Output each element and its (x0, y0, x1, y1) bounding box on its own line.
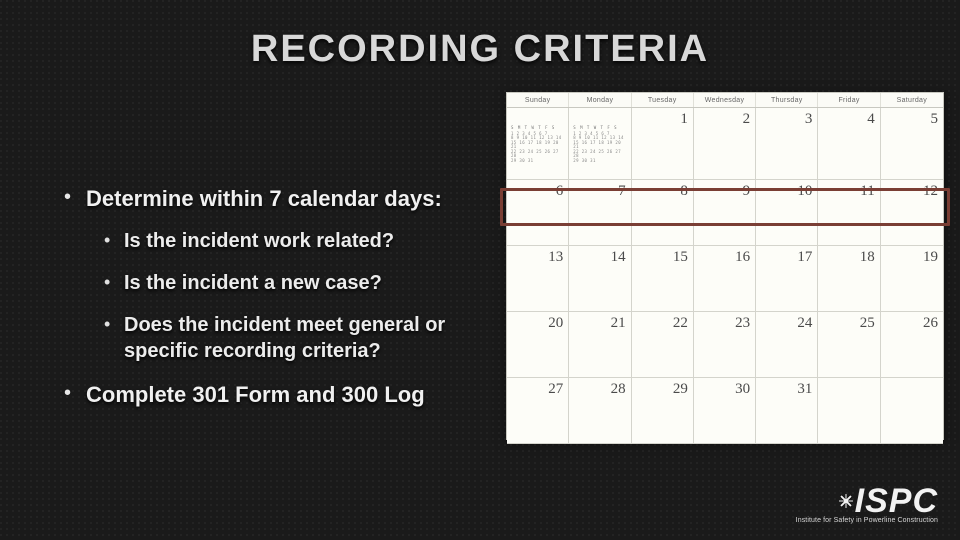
calendar-date-number: 14 (611, 249, 626, 266)
calendar-cell: S M T W T F S 1 2 3 4 5 6 7 8 9 10 11 12… (507, 108, 569, 180)
calendar-cell: 14 (569, 246, 631, 312)
calendar-cell: 21 (569, 312, 631, 378)
calendar-date-number: 3 (805, 111, 813, 128)
calendar-cell: 22 (632, 312, 694, 378)
calendar-date-number: 4 (867, 111, 875, 128)
calendar-cell: 19 (881, 246, 943, 312)
sub-bullet-3: Does the incident meet general or specif… (104, 312, 494, 364)
calendar-date-number: 15 (673, 249, 688, 266)
calendar-date-number: 29 (673, 381, 688, 398)
calendar-cell: 2 (694, 108, 756, 180)
calendar-date-number: 23 (735, 315, 750, 332)
sub-bullet-2: Is the incident a new case? (104, 270, 494, 296)
bullet-text: Complete 301 Form and 300 Log (86, 382, 425, 407)
calendar-date-number: 16 (735, 249, 750, 266)
calendar-cell: 30 (694, 378, 756, 444)
calendar-cell (881, 378, 943, 444)
calendar-day-head: Tuesday (632, 93, 694, 107)
calendar-date-number: 8 (680, 183, 688, 200)
bullet-item-1: Determine within 7 calendar days: Is the… (64, 184, 494, 364)
logo: ISPC Institute for Safety in Powerline C… (796, 488, 938, 524)
calendar-cell: 10 (756, 180, 818, 246)
logo-text: ISPC (855, 488, 938, 515)
calendar-cell: 24 (756, 312, 818, 378)
calendar-date-number: 6 (556, 183, 564, 200)
calendar-header-row: Sunday Monday Tuesday Wednesday Thursday… (507, 93, 943, 108)
slide-title: RECORDING CRITERIA (0, 28, 960, 71)
sub-bullet-text: Is the incident a new case? (124, 272, 382, 294)
bullet-item-2: Complete 301 Form and 300 Log (64, 380, 494, 410)
calendar-cell: 1 (632, 108, 694, 180)
calendar-date-number: 9 (743, 183, 751, 200)
calendar-date-number: 28 (611, 381, 626, 398)
calendar-date-number: 2 (743, 111, 751, 128)
calendar-cell: 27 (507, 378, 569, 444)
sub-bullet-text: Is the incident work related? (124, 230, 394, 252)
calendar-day-head: Thursday (756, 93, 818, 107)
calendar-day-head: Monday (569, 93, 631, 107)
logo-subtitle: Institute for Safety in Powerline Constr… (796, 517, 938, 524)
calendar-date-number: 22 (673, 315, 688, 332)
calendar-date-number: 30 (735, 381, 750, 398)
calendar-cell: 18 (818, 246, 880, 312)
calendar-date-number: 1 (680, 111, 688, 128)
calendar-cell: 20 (507, 312, 569, 378)
calendar-day-head: Wednesday (694, 93, 756, 107)
calendar-cell: 12 (881, 180, 943, 246)
calendar-date-number: 25 (860, 315, 875, 332)
calendar-date-number: 13 (548, 249, 563, 266)
mini-month-preview: S M T W T F S 1 2 3 4 5 6 7 8 9 10 11 12… (511, 126, 563, 163)
spark-icon (839, 494, 853, 508)
calendar-date-number: 20 (548, 315, 563, 332)
calendar-date-number: 12 (923, 183, 938, 200)
calendar-cell: 11 (818, 180, 880, 246)
calendar-image: Sunday Monday Tuesday Wednesday Thursday… (506, 92, 944, 440)
calendar-cell: 16 (694, 246, 756, 312)
calendar-date-number: 10 (797, 183, 812, 200)
calendar-body: S M T W T F S 1 2 3 4 5 6 7 8 9 10 11 12… (507, 108, 943, 444)
calendar-cell: 4 (818, 108, 880, 180)
calendar-cell: 17 (756, 246, 818, 312)
calendar-cell: 28 (569, 378, 631, 444)
calendar-date-number: 11 (860, 183, 874, 200)
calendar-cell: S M T W T F S 1 2 3 4 5 6 7 8 9 10 11 12… (569, 108, 631, 180)
logo-main: ISPC (796, 488, 938, 515)
mini-month-preview: S M T W T F S 1 2 3 4 5 6 7 8 9 10 11 12… (573, 126, 625, 163)
calendar-date-number: 7 (618, 183, 626, 200)
slide: RECORDING CRITERIA Determine within 7 ca… (0, 0, 960, 540)
calendar-cell: 15 (632, 246, 694, 312)
calendar-date-number: 21 (611, 315, 626, 332)
calendar-date-number: 18 (860, 249, 875, 266)
calendar-cell: 26 (881, 312, 943, 378)
calendar-cell (818, 378, 880, 444)
calendar-cell: 25 (818, 312, 880, 378)
calendar-day-head: Saturday (881, 93, 943, 107)
sub-bullet-text: Does the incident meet general or specif… (124, 314, 445, 362)
calendar-date-number: 31 (797, 381, 812, 398)
calendar-cell: 13 (507, 246, 569, 312)
calendar-cell: 5 (881, 108, 943, 180)
calendar-date-number: 26 (923, 315, 938, 332)
calendar-cell: 9 (694, 180, 756, 246)
calendar-date-number: 24 (797, 315, 812, 332)
bullet-text: Determine within 7 calendar days: (86, 186, 442, 211)
sub-bullet-1: Is the incident work related? (104, 228, 494, 254)
calendar-cell: 8 (632, 180, 694, 246)
calendar-date-number: 17 (797, 249, 812, 266)
calendar-cell: 23 (694, 312, 756, 378)
calendar-date-number: 27 (548, 381, 563, 398)
calendar-cell: 7 (569, 180, 631, 246)
calendar-day-head: Friday (818, 93, 880, 107)
bullet-content: Determine within 7 calendar days: Is the… (64, 184, 494, 423)
calendar-cell: 31 (756, 378, 818, 444)
calendar-day-head: Sunday (507, 93, 569, 107)
calendar-date-number: 19 (923, 249, 938, 266)
calendar-date-number: 5 (930, 111, 938, 128)
calendar-cell: 3 (756, 108, 818, 180)
calendar-cell: 29 (632, 378, 694, 444)
calendar-cell: 6 (507, 180, 569, 246)
